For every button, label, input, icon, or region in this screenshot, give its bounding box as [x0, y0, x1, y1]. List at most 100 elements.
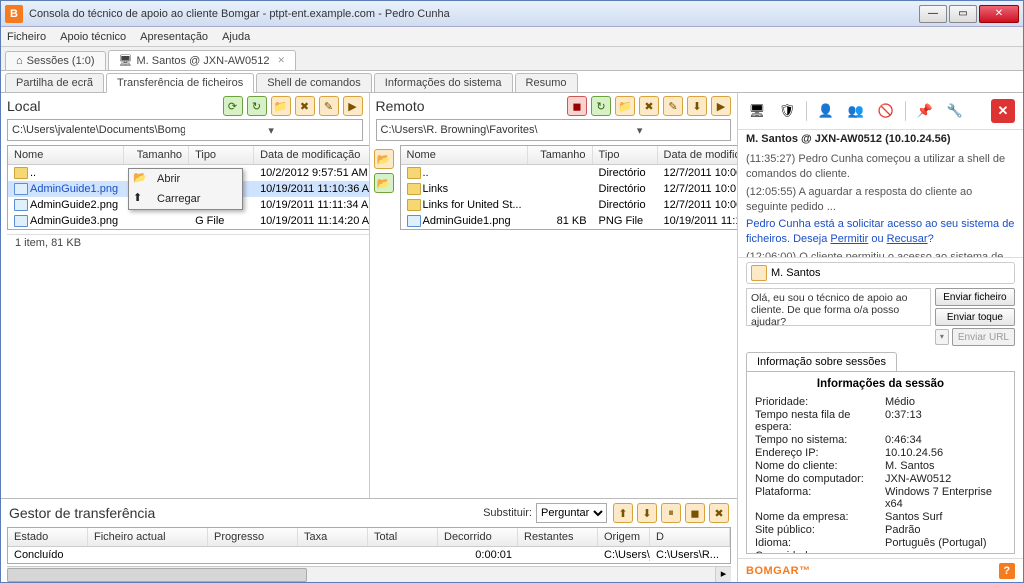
local-open-icon[interactable]: ▶ — [343, 96, 363, 116]
tab-close-icon[interactable]: ✕ — [278, 55, 286, 66]
menu-apoio-tecnico[interactable]: Apoio técnico — [60, 31, 126, 43]
send-file-button[interactable]: Enviar ficheiro — [935, 288, 1015, 306]
local-title: Local — [7, 98, 219, 114]
ri-elevate-icon[interactable]: 🛡 — [776, 100, 798, 122]
scroll-right-icon[interactable]: ▸ — [715, 567, 731, 582]
tab-client-session[interactable]: 🖥 M. Santos @ JXN-AW0512 ✕ — [108, 50, 297, 70]
gestor-pause-icon[interactable]: ⏸ — [661, 503, 681, 523]
table-row[interactable]: Links for United St...Directório12/7/201… — [401, 197, 738, 213]
menu-apresentacao[interactable]: Apresentação — [140, 31, 208, 43]
col-tamanho[interactable]: Tamanho — [124, 146, 189, 164]
table-row[interactable]: AdminGuide1.png81 KBPNG File10/19/2011 1… — [401, 213, 738, 229]
minimize-button[interactable]: — — [919, 5, 947, 23]
remote-refresh-icon[interactable]: ↻ — [591, 96, 611, 116]
gcol-restantes[interactable]: Restantes — [518, 528, 598, 546]
col-nome[interactable]: Nome — [8, 146, 124, 164]
ri-tool-icon[interactable]: 🔧 — [944, 100, 966, 122]
local-delete-icon[interactable]: ✖ — [295, 96, 315, 116]
chat-message-input[interactable]: Olá, eu sou o técnico de apoio ao client… — [746, 288, 931, 326]
gestor-upload-icon[interactable]: ⬆ — [613, 503, 633, 523]
url-dropdown-icon[interactable]: ▾ — [935, 329, 949, 345]
tab-partilha-ecra[interactable]: Partilha de ecrã — [5, 73, 104, 92]
gcol-total[interactable]: Total — [368, 528, 438, 546]
ri-end-session-icon[interactable]: ✕ — [991, 99, 1015, 123]
tab-sessions[interactable]: ⌂ Sessões (1:0) — [5, 51, 106, 70]
link-recusar[interactable]: Recusar — [887, 233, 928, 245]
gcol-progresso[interactable]: Progresso — [208, 528, 298, 546]
local-path[interactable]: C:\Users\jvalente\Documents\BomgarDocsIs… — [7, 119, 363, 141]
remote-download-icon[interactable]: ⬇ — [687, 96, 707, 116]
titlebar: B Consola do técnico de apoio ao cliente… — [1, 1, 1023, 27]
upload-icon: ⬆ — [133, 191, 149, 207]
dropdown-icon[interactable]: ▾ — [185, 124, 358, 137]
avatar-icon — [751, 265, 767, 281]
info-tab[interactable]: Informação sobre sessões — [746, 352, 897, 371]
tab-transferencia-ficheiros[interactable]: Transferência de ficheiros — [106, 73, 254, 93]
ri-pin-icon[interactable]: 📌 — [914, 100, 936, 122]
col-tipo[interactable]: Tipo — [189, 146, 254, 164]
col-nome[interactable]: Nome — [401, 146, 528, 164]
table-row[interactable]: Concluído0:00:01C:\Users\jvalente\Docume… — [8, 547, 730, 563]
remote-newfolder-icon[interactable]: 📁 — [615, 96, 635, 116]
remote-nav2-icon[interactable]: 📂 — [374, 173, 394, 193]
local-rename-icon[interactable]: ✎ — [319, 96, 339, 116]
menu-ajuda[interactable]: Ajuda — [222, 31, 250, 43]
dropdown-icon[interactable]: ▾ — [553, 124, 726, 137]
remote-rename-icon[interactable]: ✎ — [663, 96, 683, 116]
info-row: Tempo no sistema:0:46:34 — [755, 434, 1006, 446]
col-data[interactable]: Data de modificação — [254, 146, 369, 164]
ctx-carregar[interactable]: ⬆ Carregar — [129, 189, 242, 209]
gcol-estado[interactable]: Estado — [8, 528, 88, 546]
transfer-manager: Gestor de transferência Substituir: Perg… — [1, 498, 737, 582]
gcol-origem[interactable]: Origem — [598, 528, 650, 546]
link-permitir[interactable]: Permitir — [830, 233, 868, 245]
chat-recipient[interactable]: M. Santos — [746, 262, 1015, 284]
gcol-d[interactable]: D — [650, 528, 730, 546]
col-tipo[interactable]: Tipo — [593, 146, 658, 164]
tab-shell-comandos[interactable]: Shell de comandos — [256, 73, 372, 92]
horizontal-scrollbar[interactable]: ▸ — [7, 566, 731, 582]
remote-open-icon[interactable]: ▶ — [711, 96, 731, 116]
local-refresh-icon[interactable]: ↻ — [247, 96, 267, 116]
local-newfolder-icon[interactable]: 📁 — [271, 96, 291, 116]
menu-ficheiro[interactable]: Ficheiro — [7, 31, 46, 43]
table-row[interactable]: ..Directório12/7/2011 10:00:03 AM — [401, 165, 738, 181]
app-window: B Consola do técnico de apoio ao cliente… — [0, 0, 1024, 583]
context-menu: 📂 Abrir ⬆ Carregar — [128, 168, 243, 210]
tab-info-sistema[interactable]: Informações do sistema — [374, 73, 513, 92]
remote-stop-icon[interactable]: ◼ — [567, 96, 587, 116]
table-row[interactable]: LinksDirectório12/7/2011 10:01:34 AM — [401, 181, 738, 197]
send-nudge-button[interactable]: Enviar toque — [935, 308, 1015, 326]
tab-resumo[interactable]: Resumo — [515, 73, 578, 92]
maximize-button[interactable]: ▭ — [949, 5, 977, 23]
file-icon — [407, 215, 421, 227]
help-icon[interactable]: ? — [999, 563, 1015, 579]
info-title: Informações da sessão — [755, 378, 1006, 390]
folder-icon — [407, 183, 421, 195]
remote-delete-icon[interactable]: ✖ — [639, 96, 659, 116]
ri-user-add-icon[interactable]: 👥 — [845, 100, 867, 122]
scrollbar-thumb[interactable] — [7, 568, 307, 582]
table-row[interactable]: AdminGuide3.pngG File10/19/2011 11:14:20… — [8, 213, 370, 229]
close-button[interactable]: ✕ — [979, 5, 1019, 23]
gcol-ficheiro[interactable]: Ficheiro actual — [88, 528, 208, 546]
ctx-abrir[interactable]: 📂 Abrir — [129, 169, 242, 189]
session-info-box: Informações da sessão Prioridade:MédioTe… — [746, 371, 1015, 554]
col-data[interactable]: Data de modificação — [658, 146, 737, 164]
gcol-taxa[interactable]: Taxa — [298, 528, 368, 546]
col-tamanho[interactable]: Tamanho — [528, 146, 593, 164]
gestor-download-icon[interactable]: ⬇ — [637, 503, 657, 523]
gcol-decorrido[interactable]: Decorrido — [438, 528, 518, 546]
remote-nav-icon[interactable]: 📂 — [374, 149, 394, 169]
remote-path[interactable]: C:\Users\R. Browning\Favorites\ ▾ — [376, 119, 732, 141]
substituir-select[interactable]: Perguntar — [536, 503, 607, 523]
file-icon — [14, 215, 28, 227]
gestor-stop-icon[interactable]: ◼ — [685, 503, 705, 523]
feature-tabs: Partilha de ecrã Transferência de fichei… — [1, 71, 1023, 93]
gestor-clear-icon[interactable]: ✖ — [709, 503, 729, 523]
ri-user1-icon[interactable]: 👤 — [815, 100, 837, 122]
ri-user-remove-icon[interactable]: 🚫 — [875, 100, 897, 122]
session-log: (11:35:27) Pedro Cunha começou a utiliza… — [738, 148, 1023, 258]
local-up-icon[interactable]: ⟳ — [223, 96, 243, 116]
ri-monitor-icon[interactable]: 🖥 — [746, 100, 768, 122]
